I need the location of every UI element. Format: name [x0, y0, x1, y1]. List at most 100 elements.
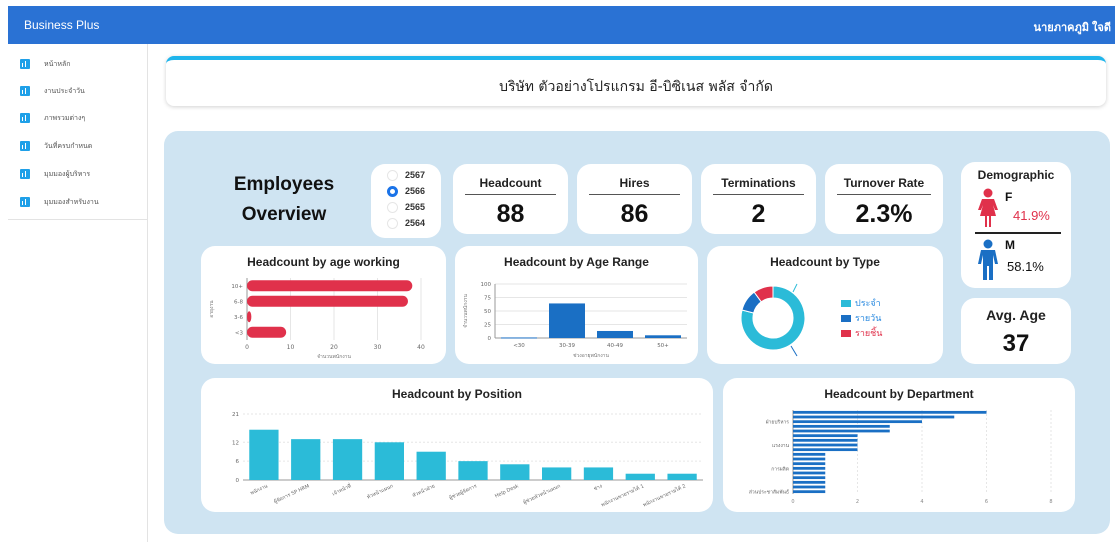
employees-overview-title: Employees Overview [224, 170, 344, 230]
avg-age-value: 37 [1002, 330, 1030, 357]
avg-age-card: Avg. Age 37 [961, 298, 1071, 364]
x-tick-label: 50+ [657, 343, 669, 349]
y-tick-label: 50 [484, 309, 491, 315]
bar [793, 415, 955, 419]
company-name: บริษัท ตัวอย่างโปรแกรม อี-บิซิเนส พลัส จ… [499, 79, 773, 95]
x-tick-label: ผู้ช่วยผู้จัดการ [448, 482, 478, 501]
y-tick-label: ส่วนประชาสัมพันธ์ [749, 489, 789, 496]
kpi-divider [837, 194, 931, 195]
legend-item[interactable]: ประจำ [841, 296, 881, 310]
kpi-headcount: Headcount 88 [453, 164, 568, 234]
x-tick-label: Help Desk [494, 483, 520, 499]
sidebar-item-label: หน้าหลัก [44, 59, 71, 68]
bar [247, 311, 252, 323]
user-name[interactable]: นายภาคภูมิ ใจดี [1034, 18, 1111, 36]
x-tick-label: ผู้ช่วยหัวหน้าแผนก [522, 482, 562, 505]
sidebar-item-label: วันที่ครบกำหนด [44, 141, 93, 150]
radio-button[interactable] [387, 201, 398, 213]
x-tick-label: หัวหน้าฝ่าย [411, 482, 436, 499]
bar [247, 280, 413, 292]
chart-department: 0 2 4 6 8 ฝ่ายบริหารแรงงานการผลิตส่วนประชาสัม… [749, 410, 1053, 505]
y-tick-label: 12 [232, 440, 239, 446]
overview-line-2: Overview [241, 204, 327, 225]
x-tick-label: เจ้าหน้าที่ [331, 482, 352, 497]
y-tick-label: 10+ [231, 284, 243, 290]
bar-chart-icon [20, 141, 30, 151]
app-title[interactable]: Business Plus [24, 18, 99, 32]
bar [793, 443, 858, 447]
x-tick-label: 2 [856, 499, 859, 505]
sidebar-item-daily[interactable]: งานประจำวัน [20, 84, 85, 98]
legend-item[interactable]: รายชิ้น [841, 326, 882, 340]
kpi-value: 2 [751, 200, 766, 228]
demographic-divider [975, 232, 1061, 234]
chart-type [740, 283, 806, 357]
radio-button[interactable] [387, 217, 398, 229]
kpi-terminations: Terminations 2 [701, 164, 816, 234]
kpi-turnover-rate: Turnover Rate 2.3% [825, 164, 943, 234]
year-label: 2566 [405, 186, 426, 196]
kpi-label: Hires [619, 176, 650, 190]
kpi-value: 86 [620, 200, 649, 228]
male-percentage: 58.1% [1007, 259, 1044, 274]
sidebar-item-due-dates[interactable]: วันที่ครบกำหนด [20, 139, 92, 153]
x-tick-label: 30-39 [559, 343, 575, 349]
chart-position: 0 6 12 21 พนักงาน ผู้จัดการ SP HRM เจ้าหน้าที่… [232, 412, 703, 508]
y-tick-label: <3 [235, 330, 244, 336]
radio-button[interactable] [387, 169, 398, 181]
legend-item[interactable]: รายวัน [841, 311, 881, 325]
legend-label: รายวัน [855, 314, 882, 324]
sidebar-item-label: มุมมองผู้บริหาร [44, 169, 91, 178]
x-axis-label: ช่วงอายุพนักงาน [573, 353, 609, 359]
bar [793, 452, 826, 456]
bar [793, 420, 922, 424]
x-tick-label: ช่าง [593, 483, 604, 492]
chart-age-working: 0 10 20 30 40 10+ 6-8 3-6 <3 จำนวนพนักงาน อายุงาน [209, 278, 425, 360]
bar [249, 429, 279, 480]
sidebar-item-executive[interactable]: มุมมองผู้บริหาร [20, 167, 90, 181]
year-option-2567[interactable]: 2567 [387, 168, 425, 182]
chart-card-type: Headcount by Type ประจำ รายวัน รายชิ้น [707, 246, 943, 364]
x-tick-label: พนักงานขายรายได้ 2 [642, 482, 687, 508]
x-axis-label: จำนวนพนักงาน [317, 354, 351, 360]
sidebar-item-home[interactable]: หน้าหลัก [20, 57, 70, 71]
bar [374, 442, 404, 480]
x-tick-label: 4 [920, 499, 923, 505]
bar-chart-icon [20, 169, 30, 179]
bar [793, 462, 826, 466]
x-tick-label: ผู้จัดการ SP HRM [273, 482, 311, 505]
bar [500, 464, 530, 480]
female-percentage: 41.9% [1013, 208, 1050, 223]
x-tick-label: 0 [791, 499, 794, 505]
radio-button-selected[interactable] [387, 185, 398, 197]
bar [625, 473, 655, 480]
bar [247, 295, 408, 307]
leader-line [790, 345, 798, 357]
sidebar-item-label: ภาพรวมต่างๆ [44, 113, 86, 122]
bar [793, 476, 826, 480]
sidebar-item-overview[interactable]: ภาพรวมต่างๆ [20, 111, 85, 125]
bar [793, 480, 826, 484]
sidebar-item-label: งานประจำวัน [44, 86, 85, 95]
company-header: บริษัท ตัวอย่างโปรแกรม อี-บิซิเนส พลัส จ… [166, 56, 1106, 106]
sidebar-item-staff[interactable]: มุมมองสำหรับงาน [20, 195, 99, 209]
year-option-2564[interactable]: 2564 [387, 216, 425, 230]
bar [793, 471, 826, 475]
year-option-2566[interactable]: 2566 [387, 184, 425, 198]
year-option-2565[interactable]: 2565 [387, 200, 425, 214]
bar [793, 438, 858, 442]
year-label: 2564 [405, 218, 426, 228]
bar [793, 485, 826, 489]
year-label: 2565 [405, 202, 426, 212]
bar [793, 466, 826, 470]
x-tick-label: 10 [287, 344, 295, 351]
sidebar-item-label: มุมมองสำหรับงาน [44, 197, 99, 206]
leader-line [792, 283, 798, 293]
avg-age-label: Avg. Age [986, 307, 1046, 323]
bar [667, 473, 697, 480]
female-label: F [1005, 190, 1013, 204]
bar [793, 429, 890, 433]
y-tick-label: การผลิต [771, 465, 789, 472]
bar [332, 439, 363, 480]
bar [793, 490, 826, 494]
